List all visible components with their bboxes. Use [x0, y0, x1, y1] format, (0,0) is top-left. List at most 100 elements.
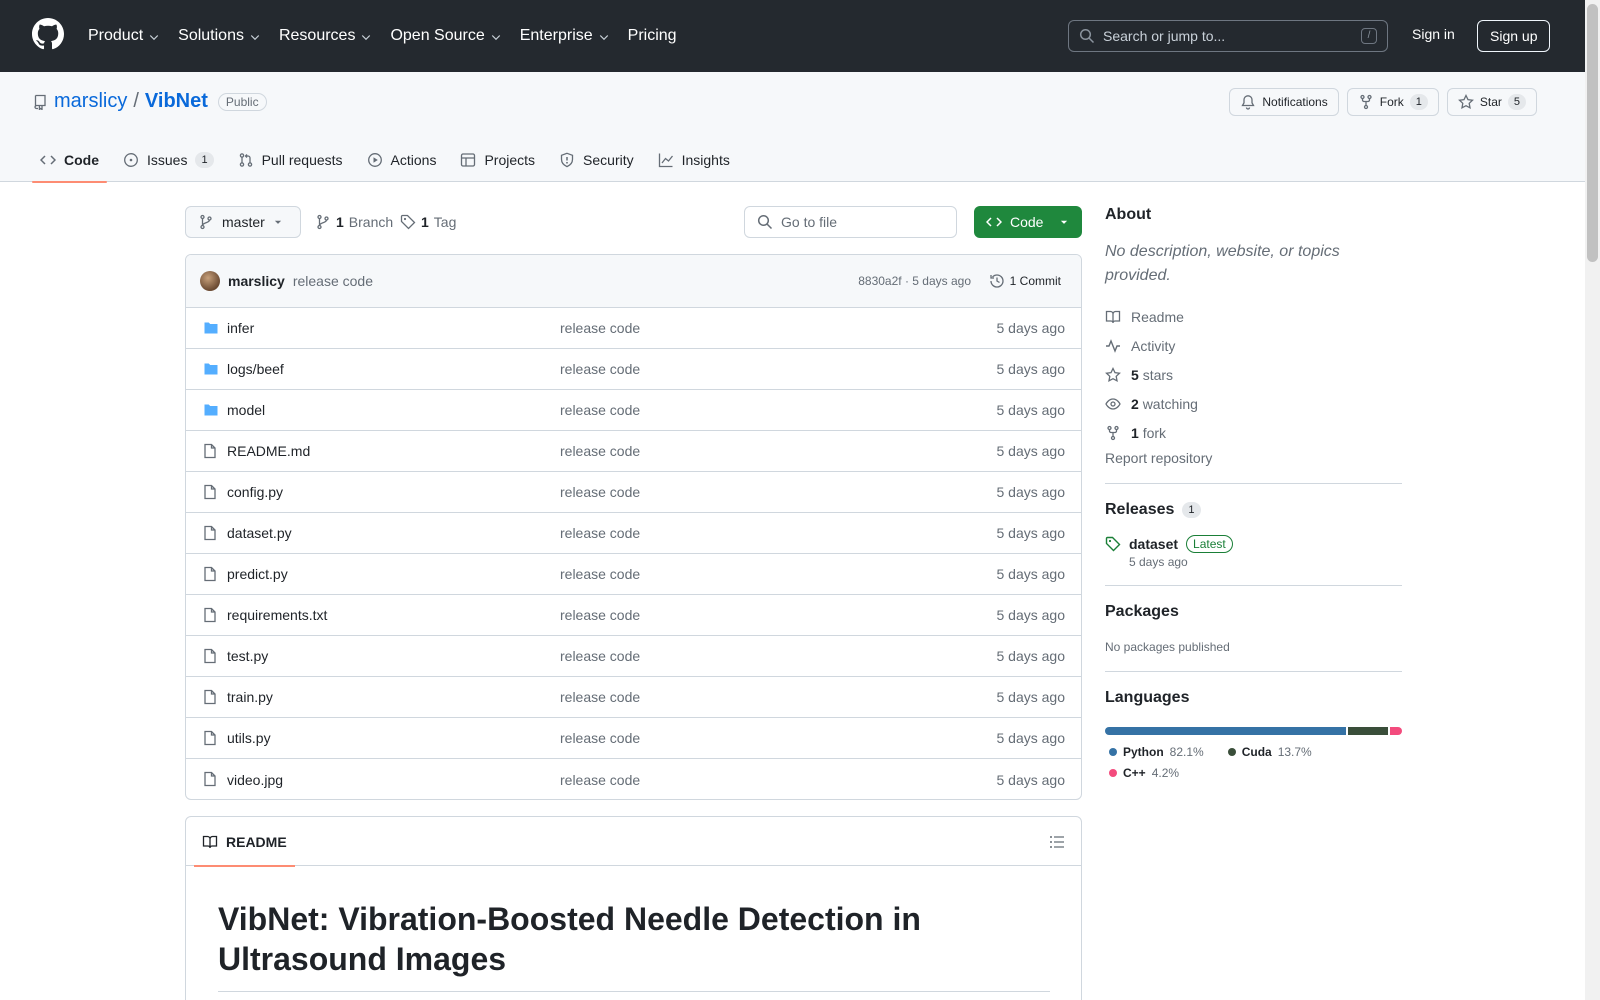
file-name[interactable]: predict.py: [227, 566, 288, 582]
page-scrollbar[interactable]: [1585, 0, 1600, 1000]
language-item[interactable]: Cuda 13.7%: [1227, 745, 1312, 759]
global-header: Product Solutions Resources Open Source …: [0, 0, 1585, 72]
latest-badge: Latest: [1186, 535, 1233, 553]
commit-message[interactable]: release code: [293, 273, 373, 289]
go-to-file-input[interactable]: Go to file: [744, 206, 957, 238]
tags-link[interactable]: 1 Tag: [400, 214, 456, 230]
repo-name-link[interactable]: VibNet: [145, 90, 208, 113]
readme-link[interactable]: Readme: [1105, 302, 1402, 331]
file-row[interactable]: dataset.py release code 5 days ago: [186, 513, 1081, 554]
tab-security[interactable]: Security: [551, 138, 642, 182]
tab-issues[interactable]: Issues 1: [115, 138, 222, 182]
github-logo-icon[interactable]: [32, 18, 64, 50]
file-age: 5 days ago: [996, 320, 1066, 336]
branches-link[interactable]: 1 Branch: [315, 214, 393, 230]
file-name[interactable]: test.py: [227, 648, 268, 664]
commit-author[interactable]: marslicy: [228, 273, 285, 289]
code-dropdown-button[interactable]: Code: [974, 206, 1082, 238]
file-name[interactable]: logs/beef: [227, 361, 284, 377]
file-name[interactable]: train.py: [227, 689, 273, 705]
chevron-down-icon: [250, 35, 260, 41]
file-icon-wrap: [202, 566, 218, 582]
branch-selector[interactable]: master: [185, 206, 301, 238]
file-row[interactable]: utils.py release code 5 days ago: [186, 718, 1081, 759]
language-color-dot: [1227, 748, 1236, 756]
file-row[interactable]: predict.py release code 5 days ago: [186, 554, 1081, 595]
repo-icon: [34, 94, 46, 110]
file-name[interactable]: utils.py: [227, 730, 271, 746]
release-item[interactable]: dataset Latest: [1105, 535, 1402, 553]
file-row[interactable]: config.py release code 5 days ago: [186, 472, 1081, 513]
file-commit-message[interactable]: release code: [560, 484, 640, 500]
nav-enterprise[interactable]: Enterprise: [520, 27, 610, 45]
divider: [1105, 671, 1402, 672]
nav-pricing[interactable]: Pricing: [628, 27, 677, 45]
file-commit-message[interactable]: release code: [560, 443, 640, 459]
sign-in-link[interactable]: Sign in: [1412, 26, 1455, 42]
file-commit-message[interactable]: release code: [560, 648, 640, 664]
file-name[interactable]: README.md: [227, 443, 310, 459]
file-name[interactable]: config.py: [227, 484, 283, 500]
file-commit-message[interactable]: release code: [560, 320, 640, 336]
watchers-link[interactable]: 2 watching: [1105, 389, 1402, 418]
file-commit-message[interactable]: release code: [560, 402, 640, 418]
file-commit-message[interactable]: release code: [560, 525, 640, 541]
activity-link[interactable]: Activity: [1105, 331, 1402, 360]
file-list: marslicy release code 8830a2f · 5 days a…: [185, 254, 1082, 800]
file-name[interactable]: video.jpg: [227, 772, 283, 788]
nav-product[interactable]: Product: [88, 27, 160, 45]
divider: [1105, 585, 1402, 586]
file-icon: [204, 443, 216, 459]
code-icon: [986, 217, 1002, 227]
tab-code[interactable]: Code: [32, 138, 107, 183]
file-row[interactable]: infer release code 5 days ago: [186, 308, 1081, 349]
avatar[interactable]: [200, 271, 220, 291]
file-commit-message[interactable]: release code: [560, 689, 640, 705]
stars-link[interactable]: 5 stars: [1105, 360, 1402, 389]
language-item[interactable]: Python 82.1%: [1109, 745, 1204, 759]
commit-meta[interactable]: 8830a2f · 5 days ago: [858, 274, 971, 288]
file-commit-message[interactable]: release code: [560, 361, 640, 377]
readme-tab[interactable]: README: [194, 817, 295, 867]
language-item[interactable]: C++ 4.2%: [1109, 766, 1179, 780]
notifications-button[interactable]: Notifications: [1229, 88, 1339, 116]
file-row[interactable]: logs/beef release code 5 days ago: [186, 349, 1081, 390]
sign-up-button[interactable]: Sign up: [1477, 20, 1551, 52]
file-row[interactable]: model release code 5 days ago: [186, 390, 1081, 431]
report-repository-link[interactable]: Report repository: [1105, 450, 1402, 466]
scrollbar-thumb[interactable]: [1587, 4, 1598, 262]
file-commit-message[interactable]: release code: [560, 566, 640, 582]
repo-tabs: Code Issues 1 Pull requests Actions Proj…: [32, 138, 746, 183]
release-name[interactable]: dataset: [1129, 536, 1178, 552]
repo-owner-link[interactable]: marslicy: [54, 90, 127, 113]
file-row[interactable]: README.md release code 5 days ago: [186, 431, 1081, 472]
tab-actions[interactable]: Actions: [359, 138, 445, 182]
file-commit-message[interactable]: release code: [560, 772, 640, 788]
file-name[interactable]: model: [227, 402, 265, 418]
star-button[interactable]: Star 5: [1446, 88, 1537, 116]
file-name[interactable]: infer: [227, 320, 254, 336]
tab-pull-requests[interactable]: Pull requests: [230, 138, 351, 182]
nav-solutions[interactable]: Solutions: [178, 27, 261, 45]
forks-link[interactable]: 1 fork: [1105, 418, 1402, 447]
file-name[interactable]: requirements.txt: [227, 607, 327, 623]
fork-button[interactable]: Fork 1: [1346, 88, 1439, 116]
fork-count: 1: [1409, 94, 1428, 110]
nav-open-source[interactable]: Open Source: [390, 27, 501, 45]
file-row[interactable]: test.py release code 5 days ago: [186, 636, 1081, 677]
file-name[interactable]: dataset.py: [227, 525, 292, 541]
file-row[interactable]: requirements.txt release code 5 days ago: [186, 595, 1081, 636]
nav-resources[interactable]: Resources: [279, 27, 372, 45]
file-row[interactable]: train.py release code 5 days ago: [186, 677, 1081, 718]
tab-projects[interactable]: Projects: [452, 138, 543, 182]
file-row[interactable]: video.jpg release code 5 days ago: [186, 759, 1081, 799]
history-icon: [990, 274, 1004, 288]
releases-heading[interactable]: Releases: [1105, 501, 1174, 519]
list-outline-icon[interactable]: [1049, 834, 1065, 850]
search-input[interactable]: Search or jump to... /: [1068, 20, 1388, 52]
packages-heading[interactable]: Packages: [1105, 603, 1402, 621]
commits-link[interactable]: 1 Commit: [989, 273, 1061, 289]
tab-insights[interactable]: Insights: [650, 138, 738, 182]
file-commit-message[interactable]: release code: [560, 730, 640, 746]
file-commit-message[interactable]: release code: [560, 607, 640, 623]
